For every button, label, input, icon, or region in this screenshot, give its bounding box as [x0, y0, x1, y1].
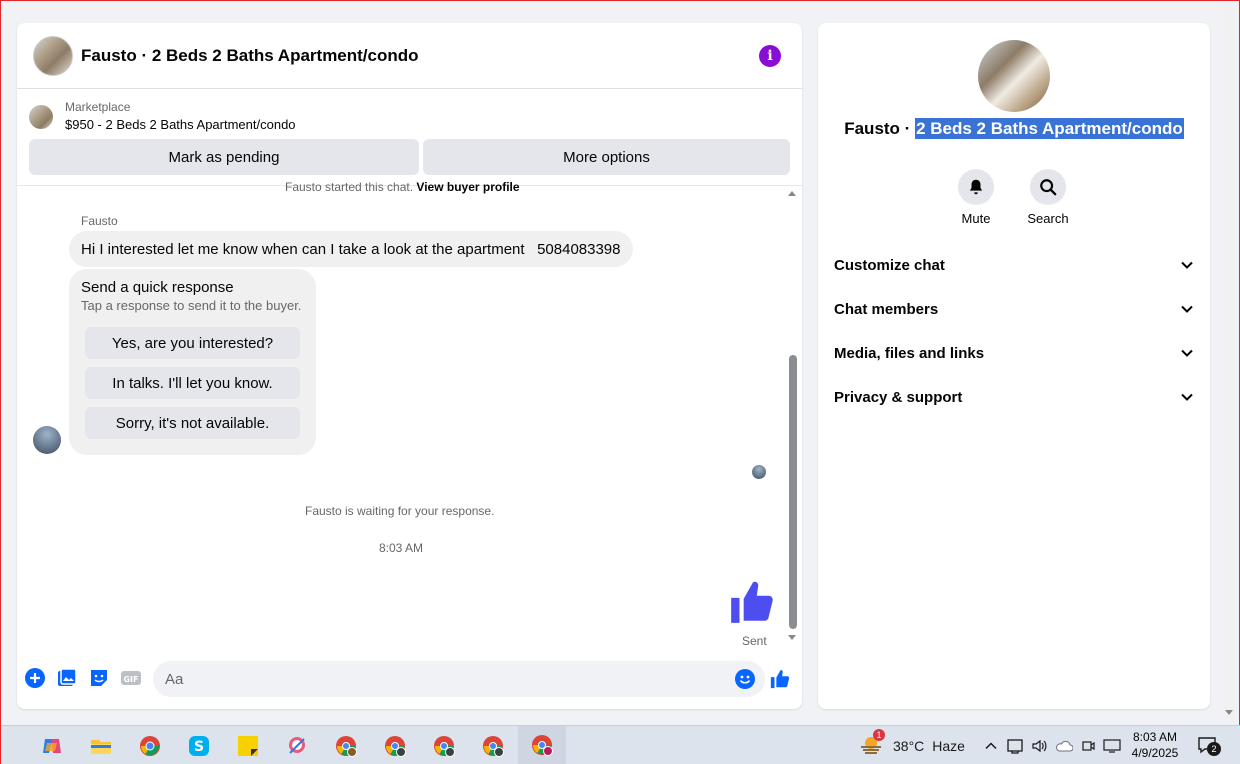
- quick-response-in-talks[interactable]: In talks. I'll let you know.: [85, 367, 300, 399]
- seen-indicator-avatar: [752, 465, 766, 479]
- sticky-notes-icon[interactable]: [224, 726, 272, 764]
- network-icon[interactable]: [1103, 726, 1121, 764]
- chevron-down-icon: [1181, 305, 1193, 313]
- plus-circle-icon[interactable]: [25, 668, 47, 690]
- marketplace-bar: Marketplace $950 - 2 Beds 2 Baths Apartm…: [17, 89, 802, 175]
- notification-count: 2: [1207, 742, 1221, 756]
- chrome-profile-icon[interactable]: [371, 726, 419, 764]
- chat-members-label: Chat members: [834, 300, 939, 318]
- mute-label: Mute: [961, 211, 991, 226]
- weather-badge: 1: [873, 729, 885, 741]
- chat-title[interactable]: Fausto · 2 Beds 2 Baths Apartment/condo: [81, 46, 759, 66]
- quick-response-yes[interactable]: Yes, are you interested?: [85, 327, 300, 359]
- sender-name: Fausto: [81, 214, 118, 228]
- listing-link[interactable]: $950 - 2 Beds 2 Baths Apartment/condo: [65, 115, 296, 135]
- conversation-name-selected: 2 Beds 2 Baths Apartment/condo: [915, 118, 1184, 139]
- customize-chat-label: Customize chat: [834, 256, 945, 274]
- chat-scroll-down-icon[interactable]: [788, 635, 796, 640]
- view-buyer-profile-link[interactable]: View buyer profile: [416, 180, 519, 194]
- clock-time: 8:03 AM: [1132, 730, 1178, 744]
- conversation-name-prefix: Fausto ·: [844, 119, 916, 138]
- search-label: Search: [1027, 211, 1069, 226]
- chat-members-section[interactable]: Chat members: [834, 287, 1194, 331]
- message-composer: GIF Aa: [17, 659, 802, 701]
- conversation-info-panel: Fausto · 2 Beds 2 Baths Apartment/condo …: [818, 23, 1210, 709]
- sent-thumbs-up-icon: [727, 577, 777, 632]
- bell-icon: [958, 169, 994, 205]
- quick-response-box: Send a quick response Tap a response to …: [69, 269, 316, 455]
- waiting-notice: Fausto is waiting for your response.: [305, 504, 495, 518]
- windows-taskbar: S 1 38°C Haze 8:03 AM 4/9/2025 2: [1, 725, 1240, 764]
- svg-text:GIF: GIF: [123, 675, 138, 684]
- message-input[interactable]: Aa: [153, 661, 765, 697]
- weather-widget[interactable]: 1 38°C Haze: [859, 726, 965, 764]
- chevron-down-icon: [1181, 261, 1193, 269]
- message-timestamp: 8:03 AM: [379, 541, 424, 555]
- listing-thumbnail[interactable]: [29, 105, 53, 129]
- chrome-profile-icon[interactable]: [469, 726, 517, 764]
- snipping-tool-icon[interactable]: [273, 726, 321, 764]
- conversation-name[interactable]: Fausto · 2 Beds 2 Baths Apartment/condo: [818, 118, 1210, 139]
- gif-icon[interactable]: GIF: [121, 668, 143, 690]
- mute-button[interactable]: Mute: [946, 169, 1006, 226]
- conversation-avatar[interactable]: [978, 40, 1050, 112]
- security-icon[interactable]: [1007, 726, 1023, 764]
- quick-response-title: Send a quick response: [81, 279, 234, 296]
- copilot-icon[interactable]: [28, 726, 76, 764]
- chevron-down-icon: [1181, 393, 1193, 401]
- mark-as-pending-button[interactable]: Mark as pending: [29, 139, 419, 175]
- chevron-down-icon: [1181, 349, 1193, 357]
- weather-haze-icon: 1: [859, 729, 885, 757]
- photo-icon[interactable]: [57, 668, 79, 690]
- more-options-button[interactable]: More options: [423, 139, 790, 175]
- svg-text:S: S: [194, 739, 204, 755]
- chrome-profile-icon[interactable]: [420, 726, 468, 764]
- chat-scroll-up-icon[interactable]: [788, 191, 796, 196]
- weather-desc: Haze: [932, 738, 965, 754]
- chat-started-notice: Fausto started this chat. View buyer pro…: [285, 180, 520, 194]
- privacy-support-section[interactable]: Privacy & support: [834, 375, 1194, 419]
- chat-header: Fausto · 2 Beds 2 Baths Apartment/condo …: [17, 23, 802, 89]
- privacy-support-label: Privacy & support: [834, 388, 963, 406]
- sticker-icon[interactable]: [89, 668, 111, 690]
- system-clock[interactable]: 8:03 AM 4/9/2025: [1131, 729, 1179, 761]
- chevron-up-icon[interactable]: [984, 726, 998, 764]
- thumbs-up-icon[interactable]: [769, 668, 791, 690]
- search-button[interactable]: Search: [1018, 169, 1078, 226]
- chat-scrollbar-thumb[interactable]: [789, 355, 797, 629]
- page-scrollbar[interactable]: [1223, 7, 1235, 719]
- skype-icon[interactable]: S: [175, 726, 223, 764]
- page-scroll-down-icon[interactable]: [1225, 710, 1233, 715]
- message-input-placeholder: Aa: [165, 670, 184, 688]
- sent-status: Sent: [742, 634, 767, 648]
- quick-response-subtitle: Tap a response to send it to the buyer.: [81, 298, 302, 313]
- chat-started-text: Fausto started this chat.: [285, 180, 414, 194]
- weather-temp: 38°C: [893, 738, 925, 754]
- message-bubble[interactable]: Hi I interested let me know when can I t…: [69, 231, 633, 267]
- media-files-links-section[interactable]: Media, files and links: [834, 331, 1194, 375]
- customize-chat-section[interactable]: Customize chat: [834, 243, 1194, 287]
- chrome-profile-icon[interactable]: [518, 726, 566, 764]
- search-icon: [1030, 169, 1066, 205]
- chat-panel: Fausto · 2 Beds 2 Baths Apartment/condo …: [17, 23, 802, 709]
- file-explorer-icon[interactable]: [77, 726, 125, 764]
- message-list: Fausto started this chat. View buyer pro…: [17, 180, 802, 649]
- sender-avatar[interactable]: [33, 426, 61, 454]
- onedrive-icon[interactable]: [1055, 726, 1073, 764]
- marketplace-label: Marketplace: [65, 100, 131, 114]
- volume-icon[interactable]: [1031, 726, 1047, 764]
- quick-response-not-available[interactable]: Sorry, it's not available.: [85, 407, 300, 439]
- notification-center-icon[interactable]: 2: [1197, 726, 1223, 764]
- media-files-links-label: Media, files and links: [834, 344, 985, 362]
- emoji-icon[interactable]: [735, 669, 755, 689]
- info-icon[interactable]: i: [759, 44, 781, 67]
- chrome-icon[interactable]: [126, 726, 174, 764]
- clock-date: 4/9/2025: [1131, 746, 1179, 760]
- listing-avatar[interactable]: [33, 35, 73, 76]
- meet-now-icon[interactable]: [1081, 726, 1095, 764]
- chrome-profile-icon[interactable]: [322, 726, 370, 764]
